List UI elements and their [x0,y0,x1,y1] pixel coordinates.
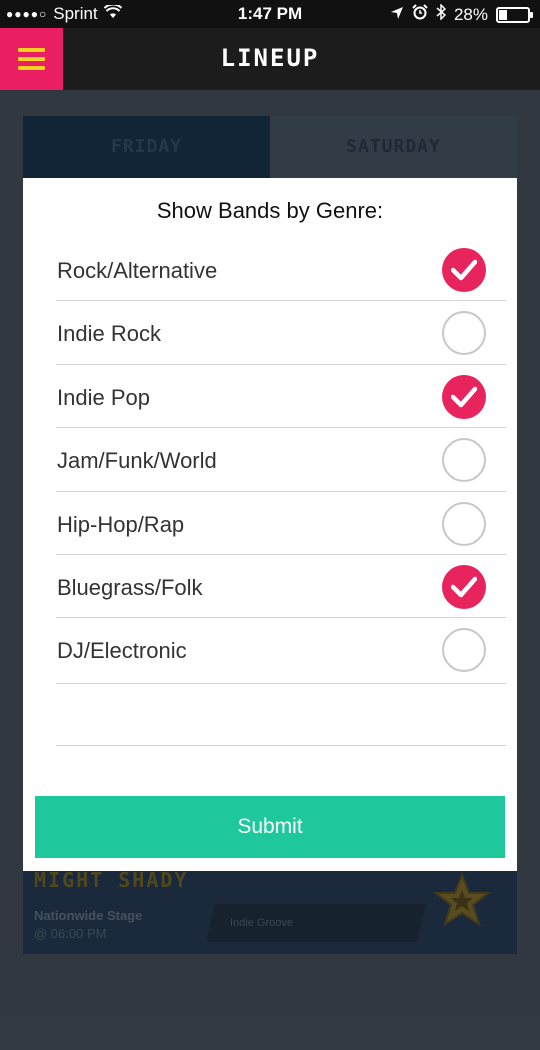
checkmark-icon [451,259,477,281]
genre-row-indie-rock[interactable]: Indie Rock [56,301,506,365]
genre-checkbox[interactable] [442,311,486,356]
modal-title: Show Bands by Genre: [156,198,384,223]
genre-label: Jam/Funk/World [57,448,217,474]
genre-row-dj-electronic[interactable]: DJ/Electronic [56,618,506,681]
empty-list-row [56,683,506,746]
genre-label: Bluegrass/Folk [57,574,203,600]
genre-label: Indie Rock [57,321,161,347]
checkmark-icon [451,386,477,408]
genre-checkbox[interactable] [442,248,486,292]
app-header: LINEUP [0,28,540,90]
battery-icon [496,6,533,23]
genre-list: Rock/Alternative Indie Rock Indie Pop Ja… [56,238,506,682]
bluetooth-icon [436,3,447,25]
genre-row-indie-pop[interactable]: Indie Pop [56,365,506,429]
submit-button[interactable]: Submit [35,796,505,858]
genre-filter-modal: Show Bands by Genre: Rock/Alternative In… [23,178,517,871]
genre-row-jam-funk-world[interactable]: Jam/Funk/World [56,428,506,492]
genre-row-hip-hop-rap[interactable]: Hip-Hop/Rap [56,492,506,555]
genre-checkbox[interactable] [442,374,486,419]
page-title: LINEUP [220,44,320,72]
checkmark-icon [451,576,477,598]
genre-checkbox[interactable] [442,501,486,546]
location-arrow-icon [390,5,404,25]
genre-checkbox[interactable] [442,628,486,673]
battery-fill [499,9,507,20]
status-right: 28% [390,3,533,25]
genre-checkbox[interactable] [442,438,486,483]
genre-checkbox[interactable] [442,564,486,609]
genre-label: Rock/Alternative [57,258,218,283]
genre-label: Indie Pop [57,384,150,410]
genre-row-rock-alternative[interactable]: Rock/Alternative [56,238,506,302]
alarm-icon [412,4,428,25]
status-bar: ●●●●○ Sprint 1:47 PM 28% [0,0,540,28]
genre-label: Hip-Hop/Rap [57,511,185,537]
genre-row-bluegrass-folk[interactable]: Bluegrass/Folk [56,555,506,619]
genre-label: DJ/Electronic [57,638,187,664]
battery-percent: 28% [453,4,488,24]
